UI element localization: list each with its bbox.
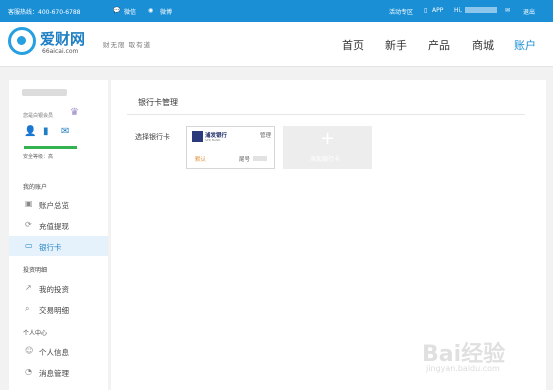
manage-card-link[interactable]: 管理 <box>260 131 271 139</box>
group-title-investment: 投资明细 <box>23 267 48 274</box>
sidebar-item-transactions[interactable]: ⌕ 交易明细 <box>9 299 108 319</box>
recharge-icon: ⟳ <box>25 220 32 229</box>
sidebar-item-label: 个人信息 <box>39 348 69 357</box>
page-title: 银行卡管理 <box>138 98 178 107</box>
site-header: 爱财网 66aicai.com 财无限 取有道 首页 新手 产品 商城 账户 <box>0 22 553 67</box>
group-title-personal: 个人中心 <box>23 330 48 337</box>
sidebar-item-label: 银行卡 <box>39 243 62 252</box>
choose-card-label: 选择银行卡 <box>135 133 170 141</box>
nav-products[interactable]: 产品 <box>428 37 450 53</box>
mail-icon[interactable]: ✉ <box>505 7 510 14</box>
phone-verify-icon[interactable]: ▮ <box>43 126 49 137</box>
group-title-account: 我的账户 <box>23 184 48 191</box>
add-card-label: 添加银行卡 <box>310 156 341 163</box>
sidebar-item-label: 我的投资 <box>39 285 69 294</box>
nav-account[interactable]: 账户 <box>514 37 536 53</box>
wechat-link[interactable]: 微信 <box>124 7 136 16</box>
default-badge: 默认 <box>195 157 207 163</box>
sidebar-item-messages[interactable]: ◔ 消息管理 <box>9 362 108 382</box>
sidebar-item-profile[interactable]: ☺ 个人信息 <box>9 341 108 361</box>
username-masked <box>22 89 67 96</box>
wechat-icon[interactable]: 💬 <box>113 7 120 14</box>
security-level-text: 安全等级：高 <box>23 154 54 160</box>
top-bar: 客服热线：400-670-6788 💬 微信 ◉ 微博 活动专区 ▯ APP H… <box>0 0 553 22</box>
search-icon: ⌕ <box>25 304 30 313</box>
email-verify-icon[interactable]: ✉ <box>61 126 69 137</box>
sidebar-item-my-investment[interactable]: ↗ 我的投资 <box>9 278 108 298</box>
activity-link[interactable]: 活动专区 <box>389 7 413 16</box>
card-tail-label: 尾号 <box>239 157 251 163</box>
sidebar-item-label: 充值提现 <box>39 222 69 231</box>
bank-logo-icon: 浦发银行 SPD BANK <box>192 131 232 142</box>
add-bank-card-button[interactable]: + 添加银行卡 <box>283 126 372 169</box>
bell-icon: ◔ <box>25 367 32 376</box>
bank-card-item[interactable]: 浦发银行 SPD BANK 管理 默认 尾号 <box>186 126 275 169</box>
divider <box>127 114 525 115</box>
crown-icon: ♛ <box>70 107 79 118</box>
chart-icon: ↗ <box>25 283 32 292</box>
bank-name-en: SPD BANK <box>205 138 221 142</box>
slogan: 财无限 取有道 <box>103 41 152 49</box>
weibo-link[interactable]: 微博 <box>160 7 172 16</box>
nav-home[interactable]: 首页 <box>342 37 364 53</box>
sidebar-item-label: 交易明细 <box>39 306 69 315</box>
sidebar-item-bank-card[interactable]: ▭ 银行卡 <box>9 236 108 256</box>
phone-icon[interactable]: ▯ <box>424 7 427 14</box>
baidu-watermark-url: jingyan.baidu.com <box>426 364 500 373</box>
logout-link[interactable]: 退出 <box>523 7 535 16</box>
account-icon: ▣ <box>25 199 33 208</box>
account-sidebar: 您是白银会员 ♛ 👤 ▮ ✉ 安全等级：高 我的账户 ▣ 账户总览 ⟳ 充值提现… <box>9 80 108 390</box>
logo-icon[interactable] <box>8 27 36 55</box>
plus-icon: + <box>320 128 336 149</box>
app-link[interactable]: APP <box>432 7 443 14</box>
sidebar-item-label: 账户总览 <box>39 201 69 210</box>
user-verify-icon[interactable]: 👤 <box>24 126 36 137</box>
sidebar-item-recharge[interactable]: ⟳ 充值提现 <box>9 215 108 235</box>
nav-mall[interactable]: 商城 <box>472 37 494 53</box>
logo-text[interactable]: 爱财网 <box>40 28 85 49</box>
logo-domain: 66aicai.com <box>42 48 79 55</box>
username-masked[interactable] <box>465 7 497 13</box>
security-level-bar <box>24 146 77 149</box>
weibo-icon[interactable]: ◉ <box>148 7 153 14</box>
card-icon: ▭ <box>25 241 33 250</box>
nav-newbie[interactable]: 新手 <box>385 37 407 53</box>
sidebar-item-account-overview[interactable]: ▣ 账户总览 <box>9 194 108 214</box>
greeting-text: Hi, <box>454 7 463 14</box>
user-icon: ☺ <box>25 346 34 355</box>
sidebar-item-label: 消息管理 <box>39 369 69 378</box>
member-level: 您是白银会员 <box>23 113 54 119</box>
card-tail-masked <box>253 156 267 161</box>
hotline-text: 客服热线：400-670-6788 <box>8 9 81 16</box>
